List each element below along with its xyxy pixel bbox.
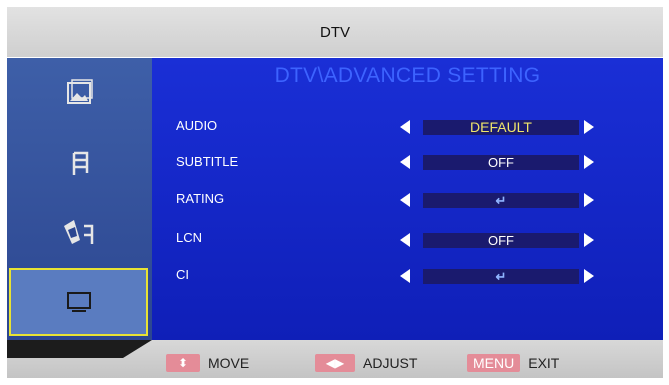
- adjust-label: ADJUST: [363, 355, 418, 371]
- sidebar-item-setup[interactable]: [7, 198, 152, 268]
- ci-label: CI: [176, 267, 189, 282]
- lcn-value[interactable]: OFF: [423, 233, 579, 248]
- ci-right-arrow[interactable]: [584, 269, 594, 283]
- rating-right-arrow[interactable]: [584, 193, 594, 207]
- setup-icon: [63, 220, 93, 244]
- rating-label: RATING: [176, 191, 225, 206]
- audio-left-arrow[interactable]: [400, 120, 410, 134]
- sidebar-item-picture[interactable]: [7, 58, 152, 128]
- ci-left-arrow[interactable]: [400, 269, 410, 283]
- screen-icon: [66, 292, 91, 312]
- lcn-right-arrow[interactable]: [584, 233, 594, 247]
- audio-value[interactable]: DEFAULT: [423, 120, 579, 135]
- audio-label: AUDIO: [176, 118, 218, 133]
- ci-enter-icon[interactable]: ↵: [423, 269, 579, 284]
- adjust-key-icon: ◀▶: [315, 354, 355, 372]
- osd-screen: DTV DTV\ADVANCED SETTING AUDIO DEFAULT S…: [0, 0, 669, 385]
- adjust-hint: ◀▶ ADJUST: [315, 354, 417, 372]
- lcn-left-arrow[interactable]: [400, 233, 410, 247]
- sound-icon: [72, 151, 88, 175]
- subtitle-right-arrow[interactable]: [584, 155, 594, 169]
- picture-icon: [66, 79, 93, 104]
- rating-left-arrow[interactable]: [400, 193, 410, 207]
- sidebar-item-screen[interactable]: [9, 268, 148, 336]
- settings-panel: DTV\ADVANCED SETTING AUDIO DEFAULT SUBTI…: [152, 58, 663, 340]
- rating-enter-icon[interactable]: ↵: [423, 193, 579, 208]
- sidebar-item-sound[interactable]: [7, 128, 152, 198]
- subtitle-value[interactable]: OFF: [423, 155, 579, 170]
- move-hint: ⬍ MOVE: [166, 354, 249, 372]
- subtitle-left-arrow[interactable]: [400, 155, 410, 169]
- move-label: MOVE: [208, 355, 250, 371]
- audio-right-arrow[interactable]: [584, 120, 594, 134]
- panel-title: DTV\ADVANCED SETTING: [274, 64, 541, 87]
- sidebar: [7, 58, 152, 340]
- exit-hint: MENU EXIT: [467, 354, 559, 372]
- move-key-icon: ⬍: [166, 354, 200, 372]
- lcn-label: LCN: [176, 230, 203, 245]
- menu-key: MENU: [467, 354, 521, 372]
- header-bar: DTV: [7, 7, 663, 57]
- subtitle-label: SUBTITLE: [176, 154, 239, 169]
- exit-label: EXIT: [528, 355, 560, 371]
- header-title: DTV: [320, 23, 350, 41]
